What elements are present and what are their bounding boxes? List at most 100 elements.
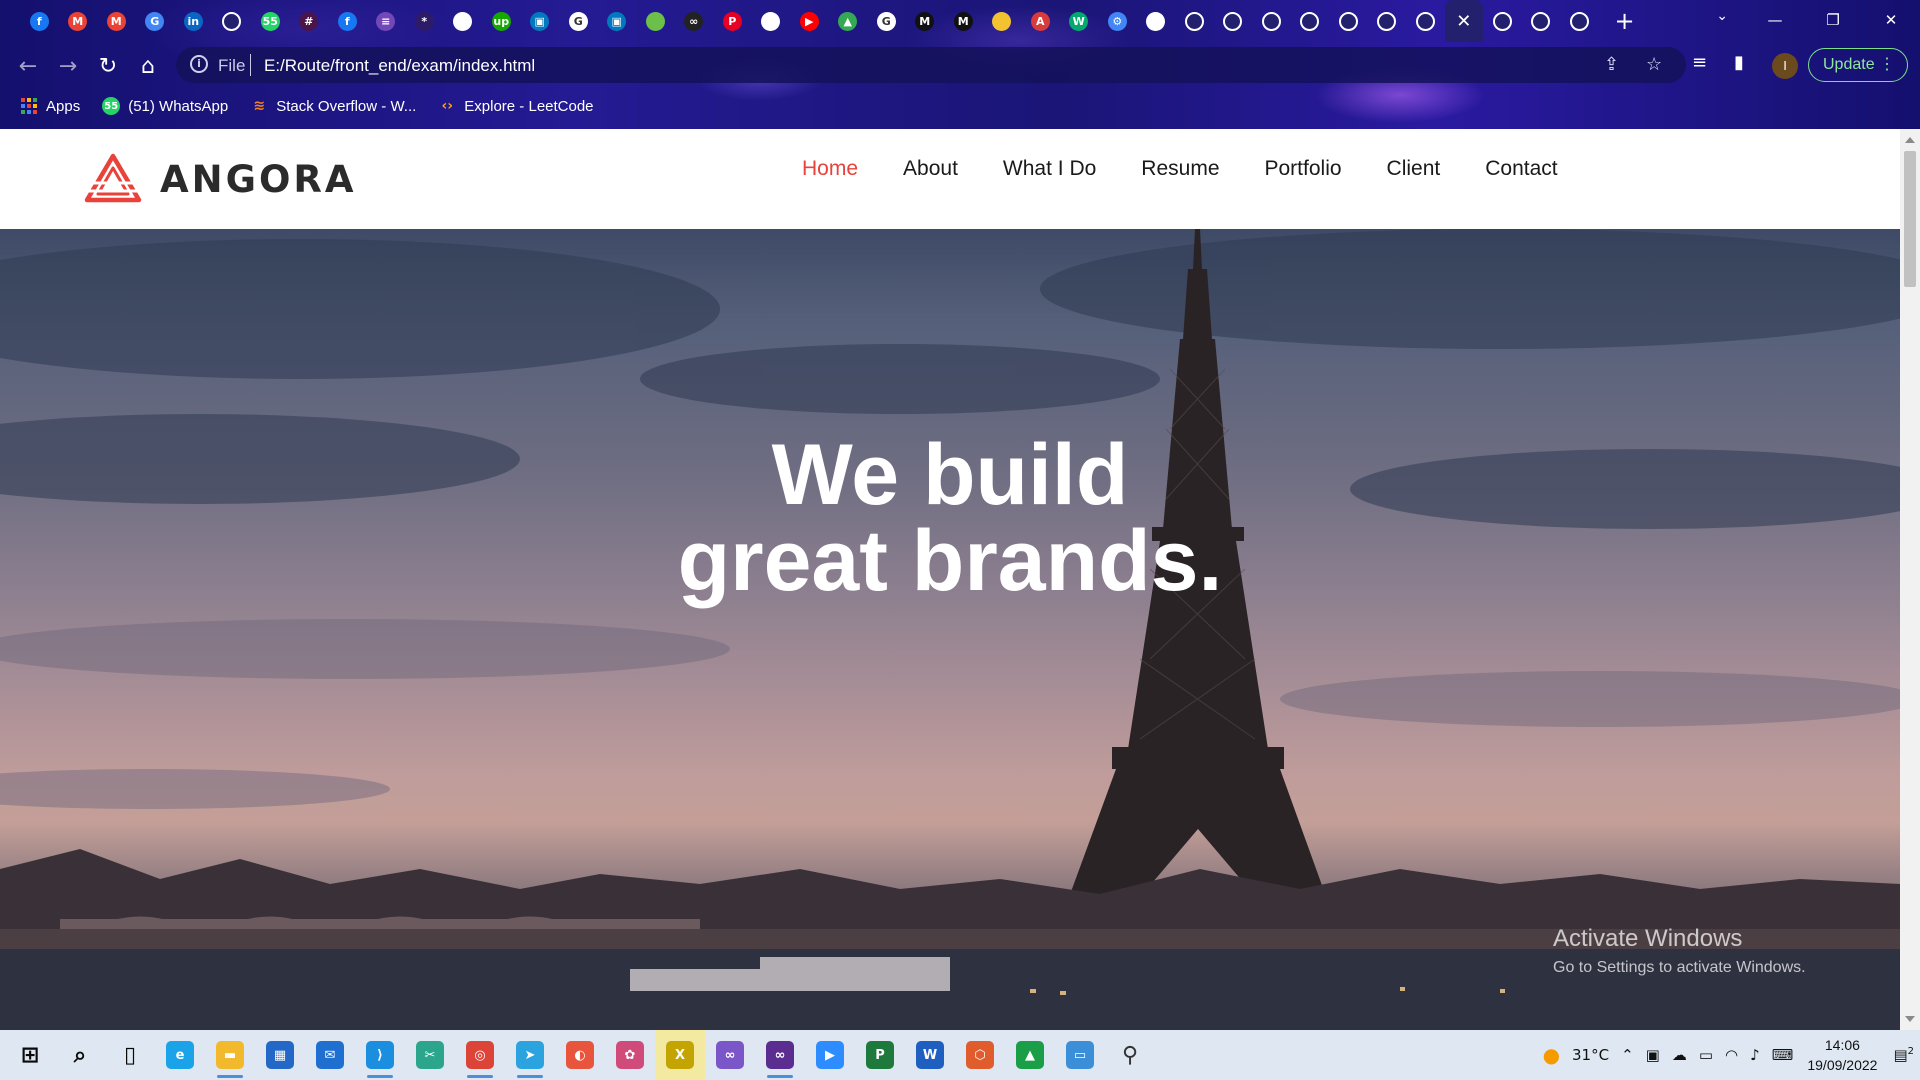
browser-tab[interactable]: [1137, 0, 1176, 42]
minimize-icon[interactable]: —: [1746, 0, 1804, 40]
browser-tab[interactable]: [983, 0, 1022, 42]
menu-dots-icon[interactable]: ⋮: [1879, 49, 1895, 81]
restore-icon[interactable]: ❐: [1804, 0, 1862, 40]
taskbar-app[interactable]: P: [855, 1030, 905, 1080]
side-panel-icon[interactable]: ▮: [1734, 52, 1744, 73]
browser-tab[interactable]: #: [290, 0, 329, 42]
weather-temp[interactable]: 31°C: [1572, 1046, 1609, 1064]
taskbar-app[interactable]: ➤: [505, 1030, 555, 1080]
taskbar-app[interactable]: ✉: [305, 1030, 355, 1080]
browser-tab[interactable]: [1175, 0, 1214, 42]
browser-tab[interactable]: G: [867, 0, 906, 42]
browser-tab[interactable]: [1406, 0, 1445, 42]
browser-tab[interactable]: [1368, 0, 1407, 42]
taskbar-app[interactable]: ▦: [255, 1030, 305, 1080]
browser-tab[interactable]: ≡: [367, 0, 406, 42]
taskbar-app[interactable]: ⊞: [5, 1030, 55, 1080]
browser-tab[interactable]: [752, 0, 791, 42]
browser-tab[interactable]: ∞: [675, 0, 714, 42]
onedrive-icon[interactable]: ☁: [1672, 1046, 1687, 1064]
browser-tab[interactable]: G: [136, 0, 175, 42]
taskbar-app[interactable]: ✿: [605, 1030, 655, 1080]
clock[interactable]: 14:06 19/09/2022: [1807, 1035, 1877, 1075]
taskbar-app[interactable]: ▯: [105, 1030, 155, 1080]
profile-avatar[interactable]: I: [1772, 53, 1798, 79]
address-bar[interactable]: i File E:/Route/front_end/exam/index.htm…: [176, 47, 1686, 83]
browser-tab[interactable]: *: [405, 0, 444, 42]
browser-tab[interactable]: f: [20, 0, 59, 42]
meet-icon[interactable]: ▣: [1646, 1046, 1660, 1064]
browser-tab[interactable]: G: [559, 0, 598, 42]
update-button[interactable]: Update ⋮: [1808, 48, 1908, 82]
notifications-icon[interactable]: ▤2: [1893, 1046, 1914, 1064]
browser-tab[interactable]: W: [1060, 0, 1099, 42]
weather-icon[interactable]: ●: [1543, 1043, 1560, 1067]
browser-tab[interactable]: [636, 0, 675, 42]
browser-tab[interactable]: ✕: [1444, 0, 1483, 42]
taskbar-app[interactable]: e: [155, 1030, 205, 1080]
reload-icon[interactable]: ↻: [94, 52, 122, 80]
reading-list-icon[interactable]: ≡: [1692, 52, 1707, 73]
nav-about[interactable]: About: [903, 157, 958, 181]
tab-search-icon[interactable]: ⌄: [1716, 8, 1728, 24]
browser-tab[interactable]: M: [59, 0, 98, 42]
browser-tab[interactable]: ▣: [521, 0, 560, 42]
home-icon[interactable]: ⌂: [134, 52, 162, 80]
taskbar-app[interactable]: ∞: [705, 1030, 755, 1080]
browser-tab[interactable]: [213, 0, 252, 42]
taskbar-app[interactable]: ◐: [555, 1030, 605, 1080]
scroll-down-icon[interactable]: [1905, 1016, 1915, 1022]
new-tab-icon[interactable]: +: [1609, 7, 1641, 35]
bookmark-stackoverflow[interactable]: ≋ Stack Overflow - W...: [250, 97, 416, 115]
taskbar-app[interactable]: ▭: [1055, 1030, 1105, 1080]
browser-tab[interactable]: M: [97, 0, 136, 42]
nav-client[interactable]: Client: [1387, 157, 1441, 181]
browser-tab[interactable]: A: [1021, 0, 1060, 42]
taskbar-app[interactable]: ⟩: [355, 1030, 405, 1080]
nav-home[interactable]: Home: [802, 157, 858, 181]
taskbar-app[interactable]: ▲: [1005, 1030, 1055, 1080]
taskbar-app[interactable]: ◎: [455, 1030, 505, 1080]
nav-contact[interactable]: Contact: [1485, 157, 1557, 181]
bookmark-whatsapp[interactable]: 55 (51) WhatsApp: [102, 97, 228, 115]
browser-tab[interactable]: [1291, 0, 1330, 42]
browser-tab[interactable]: [1329, 0, 1368, 42]
scroll-up-icon[interactable]: [1905, 137, 1915, 143]
taskbar-app[interactable]: X: [655, 1030, 705, 1080]
browser-tab[interactable]: [1560, 0, 1599, 42]
chevron-up-icon[interactable]: ⌃: [1621, 1046, 1634, 1064]
taskbar-app[interactable]: ▶: [805, 1030, 855, 1080]
taskbar-app[interactable]: ▬: [205, 1030, 255, 1080]
browser-tab[interactable]: M: [906, 0, 945, 42]
site-info-icon[interactable]: i: [190, 55, 208, 73]
close-window-icon[interactable]: ✕: [1862, 0, 1920, 40]
battery-icon[interactable]: ▭: [1699, 1046, 1713, 1064]
browser-tab[interactable]: f: [328, 0, 367, 42]
bookmark-leetcode[interactable]: ‹› Explore - LeetCode: [438, 97, 594, 115]
browser-tab[interactable]: [1252, 0, 1291, 42]
bookmark-star-icon[interactable]: ☆: [1646, 54, 1662, 75]
nav-portfolio[interactable]: Portfolio: [1265, 157, 1342, 181]
browser-tab[interactable]: ▲: [829, 0, 868, 42]
browser-tab[interactable]: P: [713, 0, 752, 42]
taskbar-app[interactable]: ⌕: [55, 1030, 105, 1080]
taskbar-app[interactable]: ∞: [755, 1030, 805, 1080]
browser-tab[interactable]: [1214, 0, 1253, 42]
nav-what-i-do[interactable]: What I Do: [1003, 157, 1096, 181]
taskbar-app[interactable]: ✂: [405, 1030, 455, 1080]
browser-tab[interactable]: [1522, 0, 1561, 42]
site-logo[interactable]: ANGORA: [84, 151, 357, 207]
browser-tab[interactable]: [444, 0, 483, 42]
browser-tab[interactable]: 55: [251, 0, 290, 42]
browser-tab[interactable]: ⚙: [1098, 0, 1137, 42]
browser-tab[interactable]: M: [944, 0, 983, 42]
page-scrollbar[interactable]: [1900, 129, 1920, 1030]
wifi-icon[interactable]: ◠: [1725, 1046, 1738, 1064]
browser-tab[interactable]: ▶: [790, 0, 829, 42]
browser-tab[interactable]: [1483, 0, 1522, 42]
bookmark-apps[interactable]: Apps: [20, 97, 80, 115]
browser-tab[interactable]: up: [482, 0, 521, 42]
nav-resume[interactable]: Resume: [1141, 157, 1219, 181]
taskbar-app[interactable]: ⚲: [1105, 1030, 1155, 1080]
keyboard-icon[interactable]: ⌨: [1772, 1046, 1794, 1064]
